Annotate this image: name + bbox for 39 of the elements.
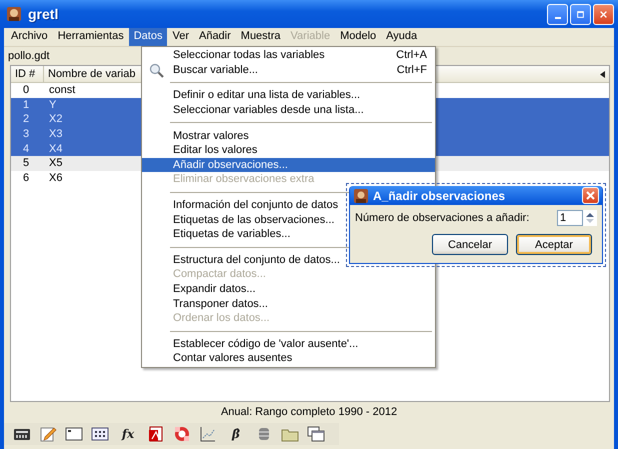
header-label: ID # [15, 68, 36, 80]
shortcut-label: Ctrl+A [396, 49, 427, 62]
menu-label: Mostrar valores [173, 130, 249, 142]
table-cell-text: 3 [22, 128, 30, 140]
table-cell-text: 0 [22, 84, 30, 96]
menu-label: Seleccionar variables desde una lista... [173, 104, 364, 116]
table-cell-text: X6 [48, 172, 62, 184]
status-text: Anual: Rango completo 1990 - 2012 [220, 405, 398, 420]
table-cell-text: 5 [22, 157, 30, 170]
table-cell-text: 2 [22, 113, 30, 126]
header-label: Nombre de variab [48, 68, 136, 80]
menu-label: Establecer código de 'valor ausente'... [173, 338, 358, 350]
menu-label: Estructura del conjunto de datos... [173, 254, 340, 266]
menu-label: Compactar datos... [173, 268, 266, 280]
shortcut-label: Ctrl+F [396, 64, 427, 76]
menu-label: Información del conjunto de datos [173, 199, 338, 212]
field-label: Número de observaciones a añadir: [355, 212, 530, 224]
table-cell-text: 4 [22, 142, 30, 155]
table-cell-text: X2 [48, 113, 62, 126]
table-cell-text: const [48, 84, 76, 96]
window-title: gretl [28, 6, 60, 22]
menu-label: Transponer datos... [173, 298, 268, 310]
table-cell-text: X5 [48, 157, 62, 170]
menu-label: Expandir datos... [173, 283, 256, 296]
menu-label: Añadir observaciones... [173, 158, 288, 171]
menu-label: Contar valores ausentes [173, 352, 292, 364]
menu-label: Buscar variable... [173, 64, 258, 76]
table-cell-text: X4 [48, 142, 62, 155]
dialog-title: A_ñadir observaciones [373, 188, 506, 202]
menu-label: Etiquetas de variables... [173, 228, 290, 240]
table-cell-text: X3 [48, 128, 62, 140]
table-cell-text: 1 [22, 98, 30, 111]
menu-label: Editar los valores [173, 144, 258, 156]
menu-label: Definir o editar una lista de variables... [173, 89, 360, 102]
table-cell-text: 6 [22, 172, 30, 184]
table-cell-text: Y [48, 98, 56, 111]
menu-label: Seleccionar todas las variables [173, 49, 325, 62]
menu-label: Eliminar observaciones extra [173, 173, 314, 186]
menu-label: Ordenar los datos... [173, 312, 270, 324]
